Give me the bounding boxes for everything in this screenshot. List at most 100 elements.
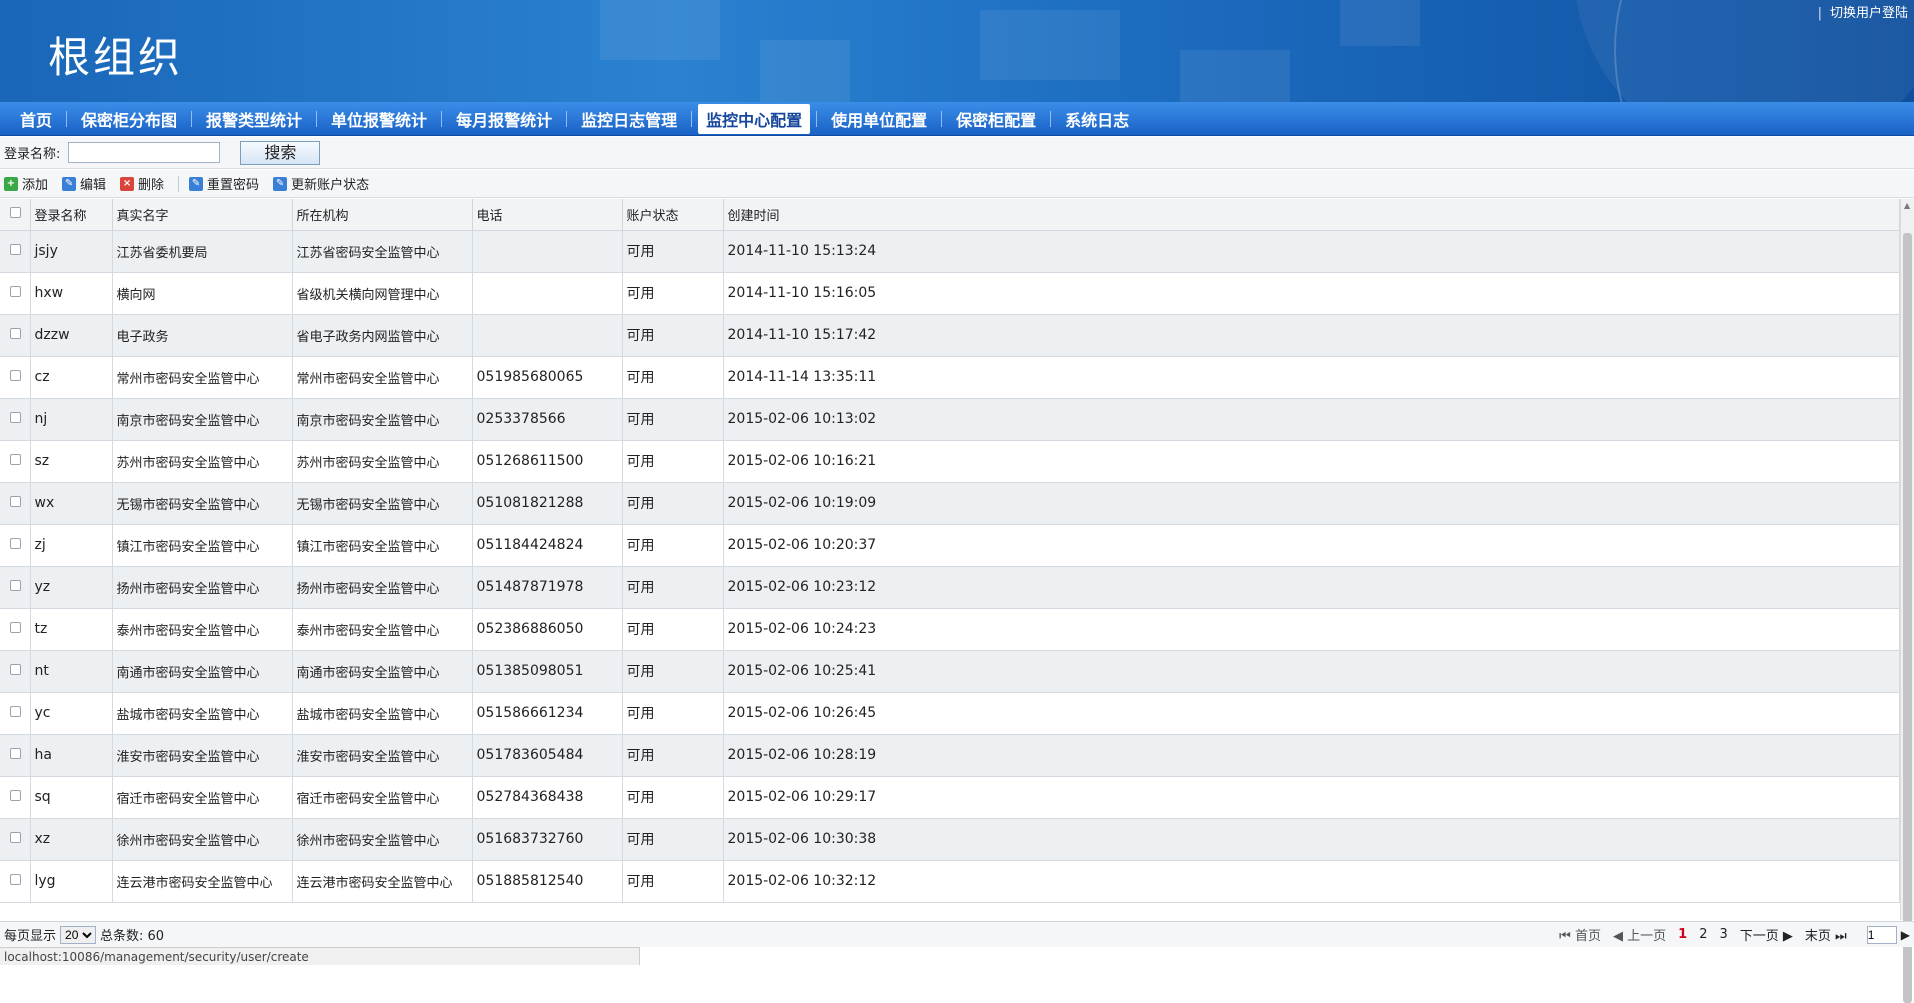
row-checkbox[interactable] (0, 818, 31, 861)
next-page-link[interactable]: 下一页 ▶ (1740, 925, 1793, 944)
table-row[interactable]: tz 泰州市密码安全监管中心 泰州市密码安全监管中心 052386886050 可用 20… (0, 608, 1900, 651)
total-count: 总条数: 60 (100, 929, 165, 944)
table-row[interactable]: sq 宿迁市密码安全监管中心 宿迁市密码安全监管中心 052784368438 可用 20… (0, 776, 1900, 819)
created-time-cell: 2015-02-06 10:26:45 (723, 692, 1900, 735)
row-checkbox[interactable] (0, 734, 31, 777)
row-checkbox[interactable] (0, 776, 31, 819)
login-name-cell: dzzw (30, 314, 113, 357)
table-row[interactable]: jsjy 江苏省委机要局 江苏省密码安全监管中心 可用 2014-11-10 15:13… (0, 230, 1900, 273)
search-label: 登录名称: (4, 147, 61, 162)
column-header[interactable]: 账户状态 (622, 199, 724, 231)
login-name-cell: lyg (30, 860, 113, 903)
organization-cell: 常州市密码安全监管中心 (292, 356, 473, 399)
organization-cell: 南通市密码安全监管中心 (292, 650, 473, 693)
real-name-cell: 宿迁市密码安全监管中心 (112, 776, 293, 819)
page-link[interactable]: 1 (1678, 927, 1687, 942)
nav-item[interactable]: 保密柜配置 (948, 104, 1044, 134)
scroll-up-icon[interactable]: ▲ (1904, 201, 1910, 210)
phone-cell: 051683732760 (472, 818, 623, 861)
per-page-select[interactable]: 20 (60, 925, 97, 944)
search-button[interactable]: 搜索 (240, 140, 321, 165)
nav-item[interactable]: 监控日志管理 (573, 104, 685, 134)
row-checkbox[interactable] (0, 356, 31, 399)
table-row[interactable]: nj 南京市密码安全监管中心 南京市密码安全监管中心 0253378566 可用 2015… (0, 398, 1900, 441)
delete-button[interactable]: × 删除 (120, 174, 164, 193)
organization-cell: 镇江市密码安全监管中心 (292, 524, 473, 567)
delete-icon: × (120, 176, 135, 191)
column-header[interactable]: 创建时间 (723, 199, 1900, 231)
nav-divider (691, 110, 693, 127)
table-row[interactable]: nt 南通市密码安全监管中心 南通市密码安全监管中心 051385098051 可用 20… (0, 650, 1900, 693)
page-link[interactable]: 3 (1719, 927, 1727, 942)
nav-item[interactable]: 单位报警统计 (323, 104, 435, 134)
row-checkbox[interactable] (0, 608, 31, 651)
user-table: 登录名称 真实名字 所在机构 电话 账户状态 创建时间 jsjy 江苏省委机要局江… (0, 199, 1900, 920)
table-header-row: 登录名称 真实名字 所在机构 电话 账户状态 创建时间 (0, 199, 1900, 231)
table-row[interactable]: yz 扬州市密码安全监管中心 扬州市密码安全监管中心 051487871978 可用 20… (0, 566, 1900, 609)
row-checkbox[interactable] (0, 314, 31, 357)
table-row[interactable]: lyg 连云港市密码安全监管中心 连云港市密码安全监管中心 051885812540 可… (0, 860, 1900, 903)
prev-page-link[interactable]: ◀ 上一页 (1613, 925, 1666, 944)
column-header[interactable]: 登录名称 (30, 199, 113, 231)
select-all-checkbox[interactable] (0, 199, 31, 231)
row-checkbox[interactable] (0, 272, 31, 315)
row-checkbox[interactable] (0, 482, 31, 525)
table-row[interactable]: zj 镇江市密码安全监管中心 镇江市密码安全监管中心 051184424824 可用 20… (0, 524, 1900, 567)
nav-item[interactable]: 保密柜分布图 (73, 104, 185, 134)
real-name-cell: 电子政务 (112, 314, 293, 357)
page-jump-input[interactable] (1866, 925, 1897, 944)
row-checkbox[interactable] (0, 230, 31, 273)
row-checkbox[interactable] (0, 566, 31, 609)
table-row[interactable]: yc 盐城市密码安全监管中心 盐城市密码安全监管中心 051586661234 可用 20… (0, 692, 1900, 735)
nav-item[interactable]: 监控中心配置 (698, 103, 811, 134)
nav-item[interactable]: 报警类型统计 (198, 104, 310, 134)
first-page-link[interactable]: ⏮ 首页 (1559, 925, 1601, 944)
organization-cell: 省级机关横向网管理中心 (292, 272, 473, 315)
table-row[interactable]: cz 常州市密码安全监管中心 常州市密码安全监管中心 051985680065 可用 20… (0, 356, 1900, 399)
row-checkbox[interactable] (0, 860, 31, 903)
last-page-link[interactable]: 末页 ⏭ (1805, 925, 1847, 944)
column-header[interactable]: 真实名字 (112, 199, 293, 231)
nav-item[interactable]: 首页 (12, 104, 60, 134)
nav-item[interactable]: 使用单位配置 (823, 104, 935, 134)
table-row[interactable]: hxw 横向网 省级机关横向网管理中心 可用 2014-11-10 15:16:05 (0, 272, 1900, 315)
edit-button[interactable]: ✎ 编辑 (62, 174, 106, 193)
add-button[interactable]: + 添加 (4, 174, 48, 193)
vertical-scrollbar[interactable]: ▲ (1900, 199, 1914, 1003)
organization-cell: 南京市密码安全监管中心 (292, 398, 473, 441)
table-row[interactable]: wx 无锡市密码安全监管中心 无锡市密码安全监管中心 051081821288 可用 20… (0, 482, 1900, 525)
go-page-icon[interactable]: ▶ (1901, 928, 1910, 942)
login-name-input[interactable] (68, 142, 221, 163)
table-row[interactable]: sz 苏州市密码安全监管中心 苏州市密码安全监管中心 051268611500 可用 20… (0, 440, 1900, 483)
row-checkbox[interactable] (0, 650, 31, 693)
page-link[interactable]: 2 (1699, 927, 1707, 942)
nav-item[interactable]: 系统日志 (1057, 104, 1137, 134)
table-row[interactable]: xz 徐州市密码安全监管中心 徐州市密码安全监管中心 051683732760 可用 20… (0, 818, 1900, 861)
update-status-button[interactable]: ✎ 更新账户状态 (273, 174, 369, 193)
column-header[interactable]: 电话 (472, 199, 623, 231)
row-checkbox[interactable] (0, 692, 31, 735)
login-name-cell: sz (30, 440, 113, 483)
scrollbar-thumb[interactable] (1903, 233, 1912, 1003)
real-name-cell: 苏州市密码安全监管中心 (112, 440, 293, 483)
account-status-cell: 可用 (622, 818, 724, 861)
account-status-cell: 可用 (622, 524, 724, 567)
row-checkbox[interactable] (0, 440, 31, 483)
page-title: 根组织 (48, 33, 184, 82)
switch-user-link[interactable]: | 切换用户登陆 (1818, 2, 1908, 21)
banner-decoration (980, 10, 1120, 80)
reset-password-button[interactable]: ✎ 重置密码 (189, 174, 259, 193)
created-time-cell: 2015-02-06 10:16:21 (723, 440, 1900, 483)
nav-item[interactable]: 每月报警统计 (448, 104, 560, 134)
login-name-cell: zj (30, 524, 113, 567)
nav-divider (66, 110, 68, 127)
table-row[interactable]: dzzw 电子政务 省电子政务内网监管中心 可用 2014-11-10 15:17:42 (0, 314, 1900, 357)
row-checkbox[interactable] (0, 398, 31, 441)
account-status-cell: 可用 (622, 608, 724, 651)
phone-cell: 051487871978 (472, 566, 623, 609)
table-row[interactable]: ha 淮安市密码安全监管中心 淮安市密码安全监管中心 051783605484 可用 20… (0, 734, 1900, 777)
column-header[interactable]: 所在机构 (292, 199, 473, 231)
account-status-cell: 可用 (622, 776, 724, 819)
created-time-cell: 2015-02-06 10:28:19 (723, 734, 1900, 777)
row-checkbox[interactable] (0, 524, 31, 567)
